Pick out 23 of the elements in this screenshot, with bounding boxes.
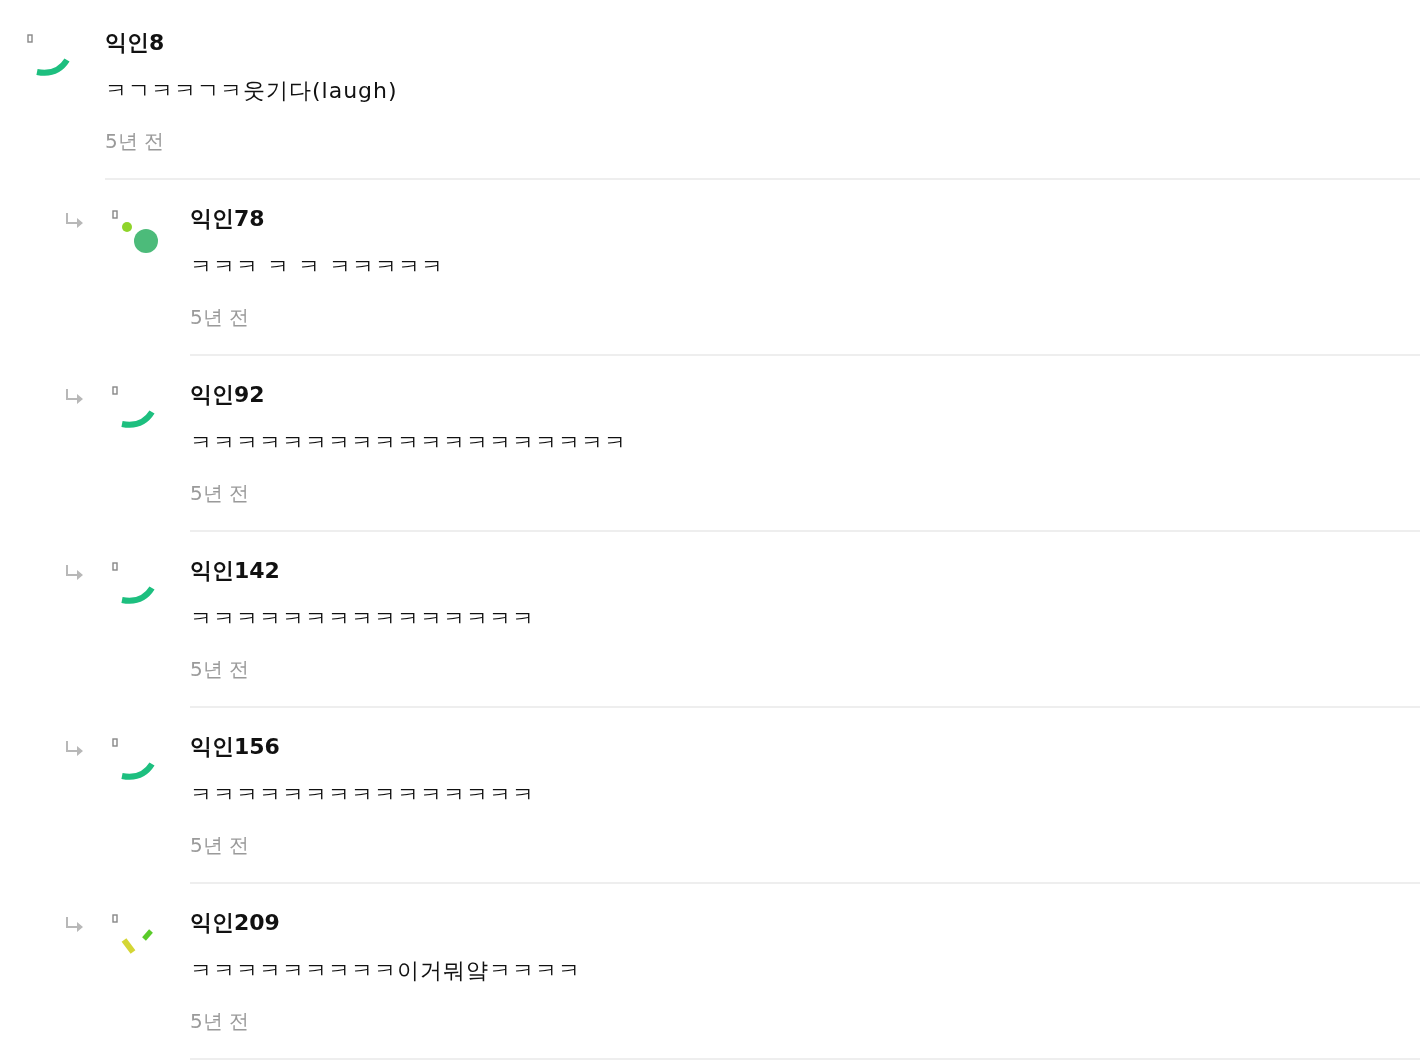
- author-name: 익인8: [105, 29, 166, 57]
- comment-text: ㅋㅋㅋㅋㅋㅋㅋㅋㅋ이거뭐얔ㅋㅋㅋㅋ: [190, 957, 582, 985]
- author-name: 익인209: [190, 909, 281, 937]
- timestamp: 5년 전: [190, 1008, 251, 1035]
- reply-arrow-icon: [65, 564, 85, 582]
- timestamp: 5년 전: [105, 128, 166, 155]
- author-name: 익인78: [190, 205, 266, 233]
- timestamp: 5년 전: [190, 656, 251, 683]
- comment-text: ㅋㅋㅋ ㅋ ㅋ ㅋㅋㅋㅋㅋ: [190, 253, 445, 281]
- timestamp: 5년 전: [190, 832, 251, 859]
- author-name: 익인92: [190, 381, 266, 409]
- comment-text: ㅋㄱㅋㅋㄱㅋ웃기다(laugh): [105, 77, 399, 105]
- timestamp: 5년 전: [190, 304, 251, 331]
- reply-arrow-icon: [65, 212, 85, 230]
- reply-arrow-icon: [65, 388, 85, 406]
- comment-text: ㅋㅋㅋㅋㅋㅋㅋㅋㅋㅋㅋㅋㅋㅋㅋㅋㅋㅋㅋ: [190, 429, 628, 457]
- author-name: 익인156: [190, 733, 281, 761]
- comment-text: ㅋㅋㅋㅋㅋㅋㅋㅋㅋㅋㅋㅋㅋㅋㅋ: [190, 781, 536, 809]
- author-name: 익인142: [190, 557, 281, 585]
- reply-arrow-icon: [65, 740, 85, 758]
- comment-text: ㅋㅋㅋㅋㅋㅋㅋㅋㅋㅋㅋㅋㅋㅋㅋ: [190, 605, 536, 633]
- timestamp: 5년 전: [190, 480, 251, 507]
- reply-arrow-icon: [65, 916, 85, 934]
